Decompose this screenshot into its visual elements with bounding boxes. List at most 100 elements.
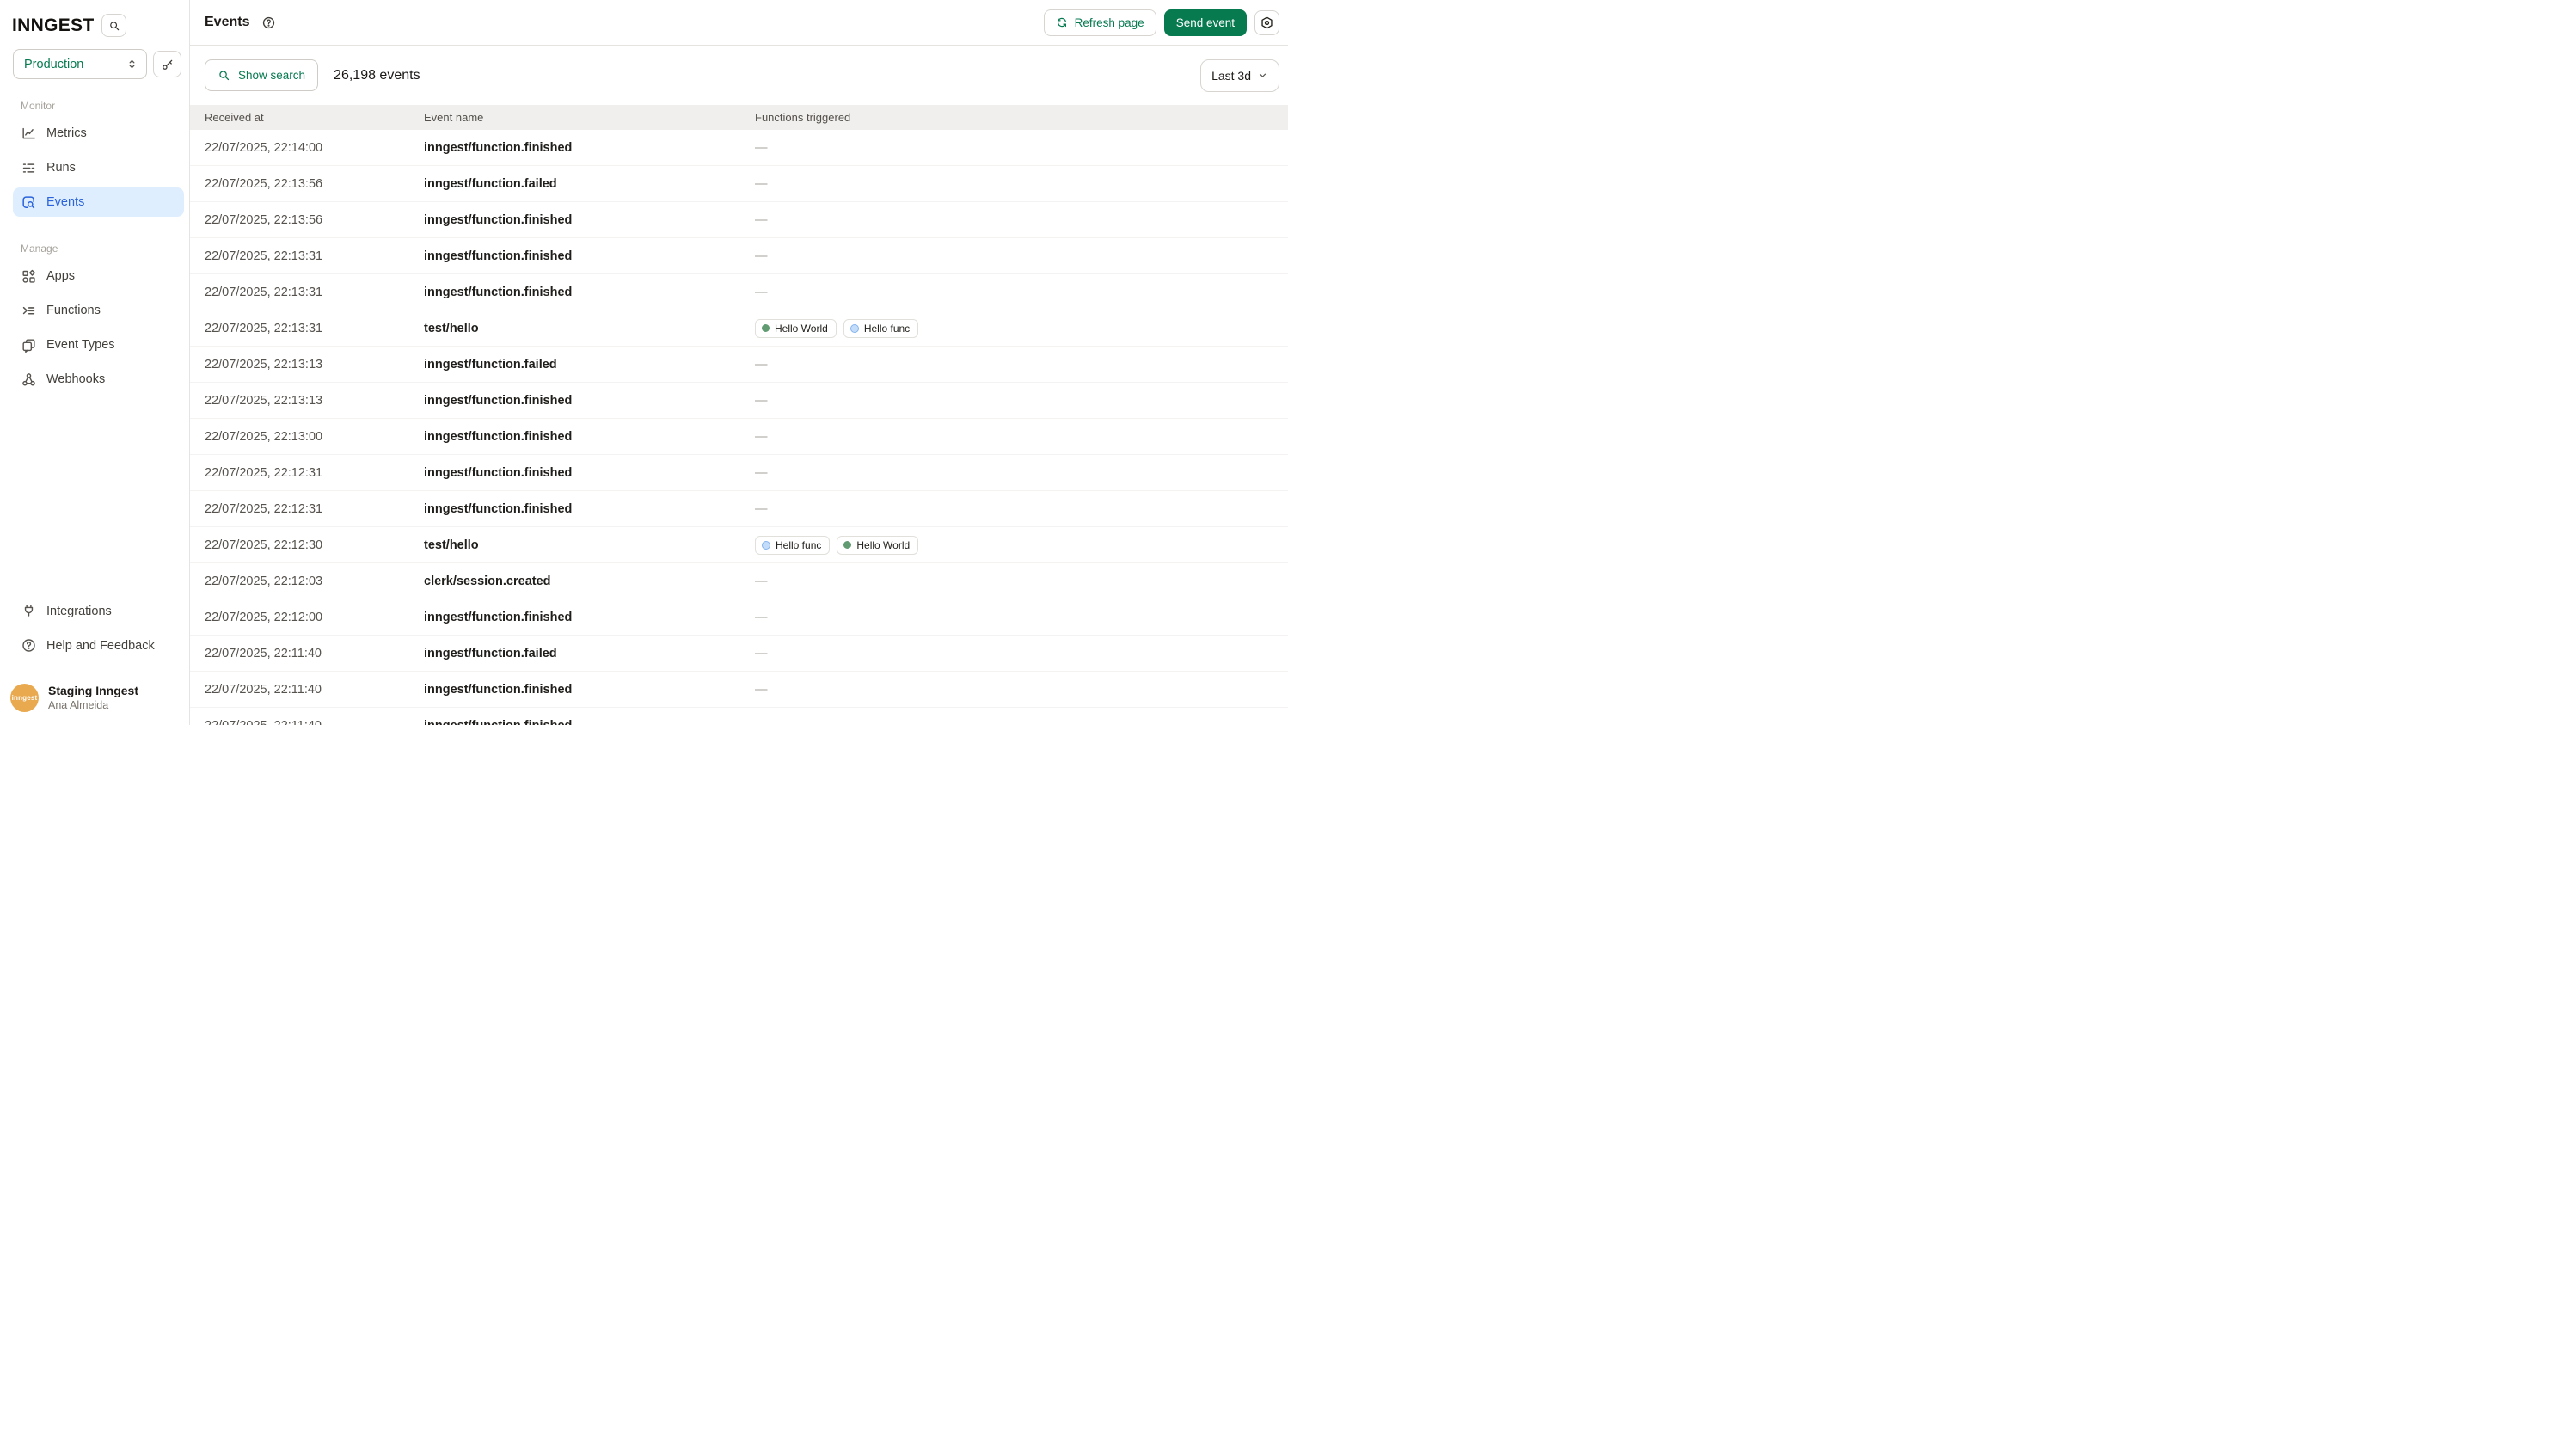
no-functions-marker: — (755, 358, 768, 372)
profile-org-name: Staging Inngest (48, 684, 138, 699)
environment-selector[interactable]: Production (13, 49, 147, 79)
sidebar-item-label: Event Types (46, 338, 115, 352)
table-row[interactable]: 22/07/2025, 22:13:56inngest/function.fai… (190, 166, 1288, 202)
row-received-at: 22/07/2025, 22:13:56 (205, 177, 424, 191)
profile-user-name: Ana Almeida (48, 699, 138, 713)
sidebar-logo-row: INNGEST (0, 0, 189, 37)
profile-menu[interactable]: inngest Staging Inngest Ana Almeida (0, 673, 189, 725)
sidebar-item-functions[interactable]: Functions (13, 296, 184, 325)
table-row[interactable]: 22/07/2025, 22:13:13inngest/function.fai… (190, 347, 1288, 383)
table-row[interactable]: 22/07/2025, 22:13:56inngest/function.fin… (190, 202, 1288, 238)
row-received-at: 22/07/2025, 22:12:30 (205, 538, 424, 552)
no-functions-marker: — (755, 611, 768, 624)
sidebar-item-help-and-feedback[interactable]: Help and Feedback (13, 631, 184, 660)
function-badge[interactable]: Hello func (843, 319, 918, 338)
no-functions-marker: — (755, 647, 768, 660)
row-event-name: inngest/function.finished (424, 141, 755, 155)
global-search-button[interactable] (101, 14, 126, 37)
sidebar-item-label: Integrations (46, 605, 112, 618)
table-row[interactable]: 22/07/2025, 22:13:13inngest/function.fin… (190, 383, 1288, 419)
table-row[interactable]: 22/07/2025, 22:11:40inngest/function.fin… (190, 672, 1288, 708)
page-title: Events (205, 15, 249, 30)
function-badge[interactable]: Hello World (755, 319, 837, 338)
api-keys-button[interactable] (153, 51, 181, 77)
table-row[interactable]: 22/07/2025, 22:11:40inngest/function.fin… (190, 708, 1288, 725)
table-row[interactable]: 22/07/2025, 22:12:31inngest/function.fin… (190, 491, 1288, 527)
row-functions-triggered: — (755, 212, 1288, 228)
table-row[interactable]: 22/07/2025, 22:14:00inngest/function.fin… (190, 130, 1288, 166)
events-help-icon[interactable] (261, 15, 276, 30)
column-header-functions-triggered: Functions triggered (755, 111, 1288, 124)
row-received-at: 22/07/2025, 22:13:00 (205, 430, 424, 444)
table-row[interactable]: 22/07/2025, 22:11:40inngest/function.fai… (190, 636, 1288, 672)
row-functions-triggered: — (755, 393, 1288, 409)
webhooks-icon (21, 372, 37, 388)
time-range-value: Last 3d (1211, 69, 1251, 83)
function-badge-label: Hello func (776, 539, 821, 551)
show-search-button[interactable]: Show search (205, 59, 318, 91)
time-range-selector[interactable]: Last 3d (1200, 59, 1279, 92)
table-row[interactable]: 22/07/2025, 22:13:31test/helloHello Worl… (190, 310, 1288, 347)
no-functions-marker: — (755, 683, 768, 697)
row-received-at: 22/07/2025, 22:12:03 (205, 574, 424, 588)
table-row[interactable]: 22/07/2025, 22:12:03clerk/session.create… (190, 563, 1288, 599)
table-row[interactable]: 22/07/2025, 22:12:00inngest/function.fin… (190, 599, 1288, 636)
no-functions-marker: — (755, 286, 768, 299)
row-functions-triggered: — (755, 140, 1288, 156)
sidebar-item-metrics[interactable]: Metrics (13, 119, 184, 148)
row-functions-triggered: — (755, 574, 1288, 589)
events-table-header: Received at Event name Functions trigger… (190, 105, 1288, 130)
avatar: inngest (10, 684, 39, 712)
row-received-at: 22/07/2025, 22:12:00 (205, 611, 424, 624)
sidebar-item-apps[interactable]: Apps (13, 261, 184, 291)
page-header: Events Refresh page Send event (190, 0, 1288, 46)
function-badges: Hello World Hello func (755, 319, 1288, 338)
sidebar-item-webhooks[interactable]: Webhooks (13, 365, 184, 394)
table-row[interactable]: 22/07/2025, 22:13:31inngest/function.fin… (190, 274, 1288, 310)
nav-monitor: Metrics Runs Events (0, 119, 189, 222)
refresh-page-button[interactable]: Refresh page (1044, 9, 1156, 36)
sidebar-item-event-types[interactable]: Event Types (13, 330, 184, 359)
row-event-name: inngest/function.failed (424, 177, 755, 191)
nav-manage: Apps Functions Event Types Webhooks (0, 261, 189, 399)
row-received-at: 22/07/2025, 22:12:31 (205, 466, 424, 480)
row-received-at: 22/07/2025, 22:13:31 (205, 322, 424, 335)
column-header-event-name: Event name (424, 111, 755, 124)
no-functions-marker: — (755, 249, 768, 263)
table-row[interactable]: 22/07/2025, 22:12:30test/helloHello func… (190, 527, 1288, 563)
send-event-label: Send event (1176, 16, 1235, 29)
row-event-name: inngest/function.finished (424, 466, 755, 480)
row-event-name: inngest/function.finished (424, 430, 755, 444)
events-toolbar: Show search 26,198 events Last 3d (190, 46, 1288, 105)
chevron-down-icon (1257, 70, 1268, 81)
table-row[interactable]: 22/07/2025, 22:13:00inngest/function.fin… (190, 419, 1288, 455)
sidebar-footer: Integrations Help and Feedback (0, 597, 189, 673)
table-row[interactable]: 22/07/2025, 22:13:31inngest/function.fin… (190, 238, 1288, 274)
function-badge[interactable]: Hello func (755, 536, 830, 555)
sidebar-item-integrations[interactable]: Integrations (13, 597, 184, 626)
row-event-name: inngest/function.failed (424, 647, 755, 660)
metrics-icon (21, 126, 37, 142)
main-content: Events Refresh page Send event (190, 0, 1288, 725)
send-event-button[interactable]: Send event (1164, 9, 1247, 36)
environment-row: Production (0, 37, 189, 79)
row-functions-triggered: Hello World Hello func (755, 319, 1288, 338)
app-root: INNGEST Production Monitor (0, 0, 1288, 725)
function-badge-label: Hello func (864, 323, 910, 335)
events-table-body: 22/07/2025, 22:14:00inngest/function.fin… (190, 130, 1288, 725)
sidebar-item-events[interactable]: Events (13, 187, 184, 217)
row-functions-triggered: — (755, 501, 1288, 517)
sidebar-item-runs[interactable]: Runs (13, 153, 184, 182)
row-received-at: 22/07/2025, 22:11:40 (205, 647, 424, 660)
function-badge[interactable]: Hello World (837, 536, 918, 555)
no-functions-marker: — (755, 177, 768, 191)
row-event-name: inngest/function.failed (424, 358, 755, 372)
sidebar: INNGEST Production Monitor (0, 0, 190, 725)
column-header-received-at: Received at (205, 111, 424, 124)
green-status-dot-icon (762, 324, 770, 332)
row-event-name: clerk/session.created (424, 574, 755, 588)
nav-section-manage-label: Manage (21, 243, 189, 255)
row-received-at: 22/07/2025, 22:13:13 (205, 394, 424, 408)
settings-button[interactable] (1254, 10, 1279, 35)
table-row[interactable]: 22/07/2025, 22:12:31inngest/function.fin… (190, 455, 1288, 491)
